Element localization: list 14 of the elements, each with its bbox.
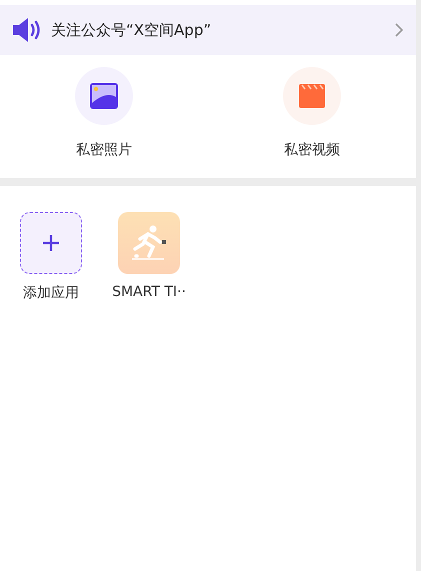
add-app-button[interactable] [20,212,82,274]
shortcut-item[interactable]: 私密视频 [208,55,416,178]
shortcut-label: 私密照片 [76,141,132,159]
photo-icon [89,82,119,110]
notice-banner[interactable]: 关注公众号“X空间App” [0,5,416,55]
clapperboard-icon [298,83,326,109]
shortcut-label: 私密视频 [284,141,340,159]
speaker-icon [11,17,41,43]
chevron-icon [395,23,403,37]
shortcut-item[interactable]: 私密照片 [0,55,208,178]
banner-text: 关注公众号“X空间App” [51,20,212,40]
app-label: 添加应用 [23,284,79,302]
plus-icon [42,234,60,252]
app-label: SMART TI·· [112,284,186,300]
